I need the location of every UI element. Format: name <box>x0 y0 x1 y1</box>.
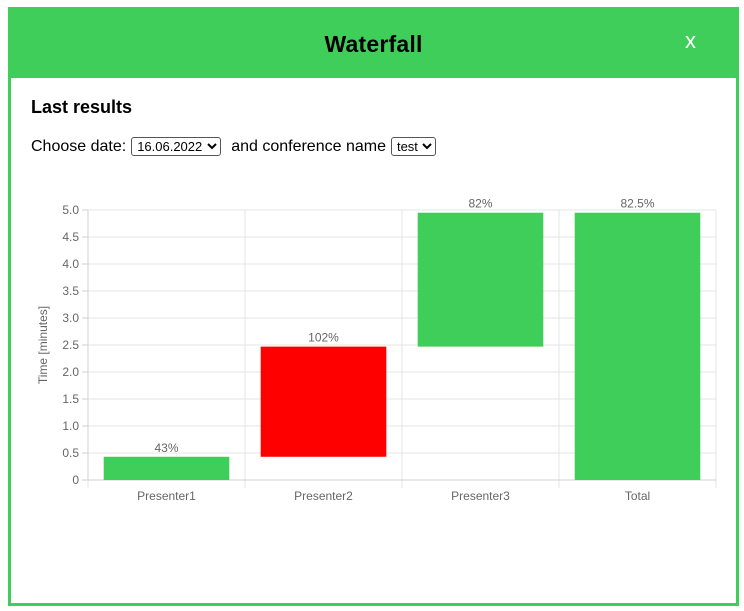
y-tick-label: 1.5 <box>62 392 79 406</box>
y-tick-label: 3.0 <box>62 311 79 325</box>
y-tick-label: 0 <box>72 473 79 487</box>
y-tick-label: 2.0 <box>62 365 79 379</box>
bar <box>574 212 701 480</box>
bar <box>417 212 544 347</box>
y-tick-label: 4.5 <box>62 230 79 244</box>
y-tick-label: 0.5 <box>62 446 79 460</box>
bar-data-label: 43% <box>154 441 178 455</box>
y-tick-label: 4.0 <box>62 257 79 271</box>
y-tick-label: 5.0 <box>62 203 79 217</box>
bar <box>103 456 230 480</box>
y-axis-title: Time [minutes] <box>36 306 50 384</box>
waterfall-chart: 0 0.5 1.0 1.5 2.0 2.5 3.0 3.5 4.0 4.5 5.0 Time [min… <box>36 197 717 503</box>
y-tick-label: 2.5 <box>62 338 79 352</box>
bar <box>260 346 387 457</box>
x-tick-label: Presenter1 <box>137 489 196 503</box>
y-tick-label: 3.5 <box>62 284 79 298</box>
x-tick-label: Presenter2 <box>294 489 353 503</box>
bar-data-label: 102% <box>308 331 339 345</box>
x-tick-label: Total <box>625 489 650 503</box>
x-tick-label: Presenter3 <box>451 489 510 503</box>
bar-data-label: 82% <box>468 197 492 211</box>
bar-data-label: 82.5% <box>620 197 654 211</box>
y-tick-label: 1.0 <box>62 419 79 433</box>
waterfall-modal: Waterfall x Last results Choose date: 16… <box>8 7 739 606</box>
